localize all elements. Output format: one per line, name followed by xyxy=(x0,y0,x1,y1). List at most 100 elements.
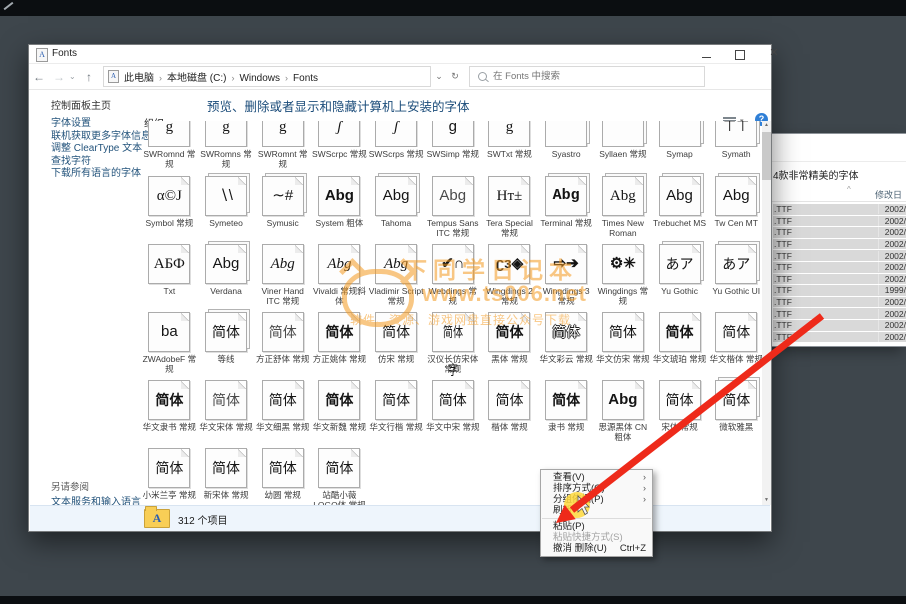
search-input[interactable] xyxy=(491,70,704,83)
font-tile[interactable]: Syllaen 常规 xyxy=(595,121,652,170)
search-box[interactable] xyxy=(469,66,705,87)
font-tile[interactable]: Symap xyxy=(651,121,708,170)
file-row[interactable]: .TTF2002/ xyxy=(773,227,906,238)
font-tile[interactable]: 简体华文宋体 常规 xyxy=(198,378,255,443)
font-tile[interactable]: 简体等线 xyxy=(198,310,255,375)
breadcrumb-item[interactable]: 本地磁盘 (C:) xyxy=(167,73,226,84)
font-tile[interactable]: ⚙✳Wingdings 常规 xyxy=(595,242,652,307)
breadcrumb-item[interactable]: Windows xyxy=(239,73,280,84)
font-tile[interactable]: 简体方正姚体 常规 xyxy=(311,310,368,375)
font-tile[interactable]: 简体华文中宋 常规 xyxy=(424,378,481,443)
font-tile[interactable]: gSWRomnd 常规 xyxy=(141,121,198,170)
scroll-down-icon[interactable]: ▼ xyxy=(762,496,771,505)
file-row[interactable]: .TTF2002/ xyxy=(773,274,906,285)
font-tile[interactable]: 简体华文隶书 常规 xyxy=(141,378,198,443)
breadcrumb-item[interactable]: 此电脑 xyxy=(124,73,154,84)
font-tile[interactable]: 简体字汉仪长仿宋体 常规 xyxy=(424,310,481,375)
close-button[interactable]: ✕ xyxy=(759,45,789,63)
font-tile[interactable]: gSWSimp 常规 xyxy=(424,121,481,170)
context-menu-item[interactable]: 粘贴快捷方式(S) xyxy=(541,532,652,543)
address-dropdown-icon[interactable]: ⌄ xyxy=(431,71,447,82)
font-tile[interactable]: gSWRomnt 常规 xyxy=(254,121,311,170)
font-tile[interactable]: АБФTxt xyxy=(141,242,198,307)
forward-button[interactable]: → xyxy=(49,70,69,84)
font-tile[interactable]: AbgTerminal 常规 xyxy=(538,174,595,239)
scroll-up-icon[interactable]: ▲ xyxy=(762,121,771,130)
background-window[interactable]: 4款非常精美的字体 ^ 修改日 .TTF2002/.TTF2002/.TTF20… xyxy=(770,133,906,347)
file-row[interactable]: .TTF2002/ xyxy=(773,250,906,261)
font-tile[interactable]: 简体华文新魏 常规 xyxy=(311,378,368,443)
font-tile[interactable]: gSWRomns 常规 xyxy=(198,121,255,170)
font-tile[interactable]: 简体华文仿宋 常规 xyxy=(595,310,652,375)
font-tile[interactable]: AbgVerdana xyxy=(198,242,255,307)
file-row[interactable]: .TTF2002/ xyxy=(773,216,906,227)
font-tile[interactable]: 简体华文彩云 常规 xyxy=(538,310,595,375)
font-tile[interactable]: AbgSystem 粗体 xyxy=(311,174,368,239)
font-tile[interactable]: 简体华文细黑 常规 xyxy=(254,378,311,443)
font-tile[interactable]: AbgViner Hand ITC 常规 xyxy=(254,242,311,307)
font-tile[interactable]: 简体幼圆 常规 xyxy=(254,446,311,511)
file-row[interactable]: .TTF2002/ xyxy=(773,297,906,308)
breadcrumb-item[interactable]: Fonts xyxy=(293,73,318,84)
font-tile[interactable]: ʃSWScrpc 常规 xyxy=(311,121,368,170)
maximize-button[interactable] xyxy=(725,45,755,63)
file-row[interactable]: .TTF2002/ xyxy=(773,332,906,343)
up-button[interactable]: ↑ xyxy=(79,70,99,84)
font-tile[interactable]: AbgVladimir Script 常规 xyxy=(368,242,425,307)
font-tile[interactable]: ⊤⊤Symath xyxy=(708,121,765,170)
context-menu-item[interactable]: 刷新 xyxy=(541,505,652,516)
sidebar-item-control-panel-home[interactable]: 控制面板主页 xyxy=(51,97,111,112)
scrollbar[interactable]: ▲ ▼ xyxy=(762,121,771,505)
font-tile[interactable]: 简体微软雅黑 xyxy=(708,378,765,443)
font-tile[interactable]: Syastro xyxy=(538,121,595,170)
font-tile[interactable]: ʃSWScrps 常规 xyxy=(368,121,425,170)
font-tile[interactable]: AbgTrebuchet MS xyxy=(651,174,708,239)
font-tile[interactable]: 简体仿宋 常规 xyxy=(368,310,425,375)
context-menu-item[interactable]: 分组依据(P)› xyxy=(541,494,652,505)
font-tile[interactable]: AbgVivaldi 常规斜体 xyxy=(311,242,368,307)
font-tile[interactable]: 简体站酷小薇LOGO体 常规 xyxy=(311,446,368,511)
context-menu-item[interactable]: 查看(V)› xyxy=(541,472,652,483)
font-tile[interactable]: AbgTempus Sans ITC 常规 xyxy=(424,174,481,239)
font-tile[interactable]: 简体宋体 常规 xyxy=(651,378,708,443)
font-tile[interactable]: あアYu Gothic xyxy=(651,242,708,307)
font-tile[interactable]: ⇨➔Wingdings 3 常规 xyxy=(538,242,595,307)
font-tile[interactable]: ʗз◈Wingdings 2 常规 xyxy=(481,242,538,307)
scrollbar-thumb[interactable] xyxy=(762,132,771,180)
context-menu-item[interactable]: 粘贴(P) xyxy=(541,521,652,532)
font-tile[interactable]: 简体华文行楷 常规 xyxy=(368,378,425,443)
refresh-icon[interactable]: ↻ xyxy=(447,71,463,82)
file-row[interactable]: .TTF2002/ xyxy=(773,239,906,250)
context-menu-item[interactable]: 撤消 删除(U)Ctrl+Z xyxy=(541,543,652,554)
font-tile[interactable]: Hт±Tera Special 常规 xyxy=(481,174,538,239)
history-dropdown-icon[interactable]: ⌄ xyxy=(69,72,79,81)
font-tile[interactable]: あアYu Gothic UI xyxy=(708,242,765,307)
font-tile[interactable]: 简体隶书 常规 xyxy=(538,378,595,443)
font-tile[interactable]: 简体新宋体 常规 xyxy=(198,446,255,511)
font-tile[interactable]: baZWAdobeF 常规 xyxy=(141,310,198,375)
font-tile[interactable]: 简体方正舒体 常规 xyxy=(254,310,311,375)
font-tile[interactable]: 简体小米兰亭 常规 xyxy=(141,446,198,511)
font-tile[interactable]: gSWTxt 常规 xyxy=(481,121,538,170)
font-tile[interactable]: 简体华文楷体 常规 xyxy=(708,310,765,375)
font-tile[interactable]: 简体黑体 常规 xyxy=(481,310,538,375)
font-tile[interactable]: ∖\Symeteo xyxy=(198,174,255,239)
font-tile[interactable]: ✔∩Webdings 常规 xyxy=(424,242,481,307)
file-row[interactable]: .TTF2002/ xyxy=(773,320,906,331)
file-row[interactable]: .TTF2002/ xyxy=(773,262,906,273)
sidebar-item[interactable]: 下载所有语言的字体 xyxy=(51,164,141,179)
font-tile[interactable]: 简体楷体 常规 xyxy=(481,378,538,443)
font-tile[interactable]: 简体华文琥珀 常规 xyxy=(651,310,708,375)
address-box[interactable]: A 此电脑›本地磁盘 (C:)›Windows›Fonts xyxy=(103,66,431,87)
font-tile[interactable]: α©JSymbol 常规 xyxy=(141,174,198,239)
font-tile[interactable]: AbgTw Cen MT xyxy=(708,174,765,239)
file-row[interactable]: .TTF2002/ xyxy=(773,204,906,215)
font-tile[interactable]: AbgTimes New Roman xyxy=(595,174,652,239)
column-date-modified[interactable]: 修改日 xyxy=(875,188,902,201)
context-menu-item[interactable]: 排序方式(O)› xyxy=(541,483,652,494)
minimize-button[interactable] xyxy=(691,45,721,63)
font-tile[interactable]: Abg思源黑体 CN 粗体 xyxy=(595,378,652,443)
file-row[interactable]: .TTF1999/ xyxy=(773,285,906,296)
file-row[interactable]: .TTF2002/ xyxy=(773,308,906,319)
font-tile[interactable]: ∼#Symusic xyxy=(254,174,311,239)
